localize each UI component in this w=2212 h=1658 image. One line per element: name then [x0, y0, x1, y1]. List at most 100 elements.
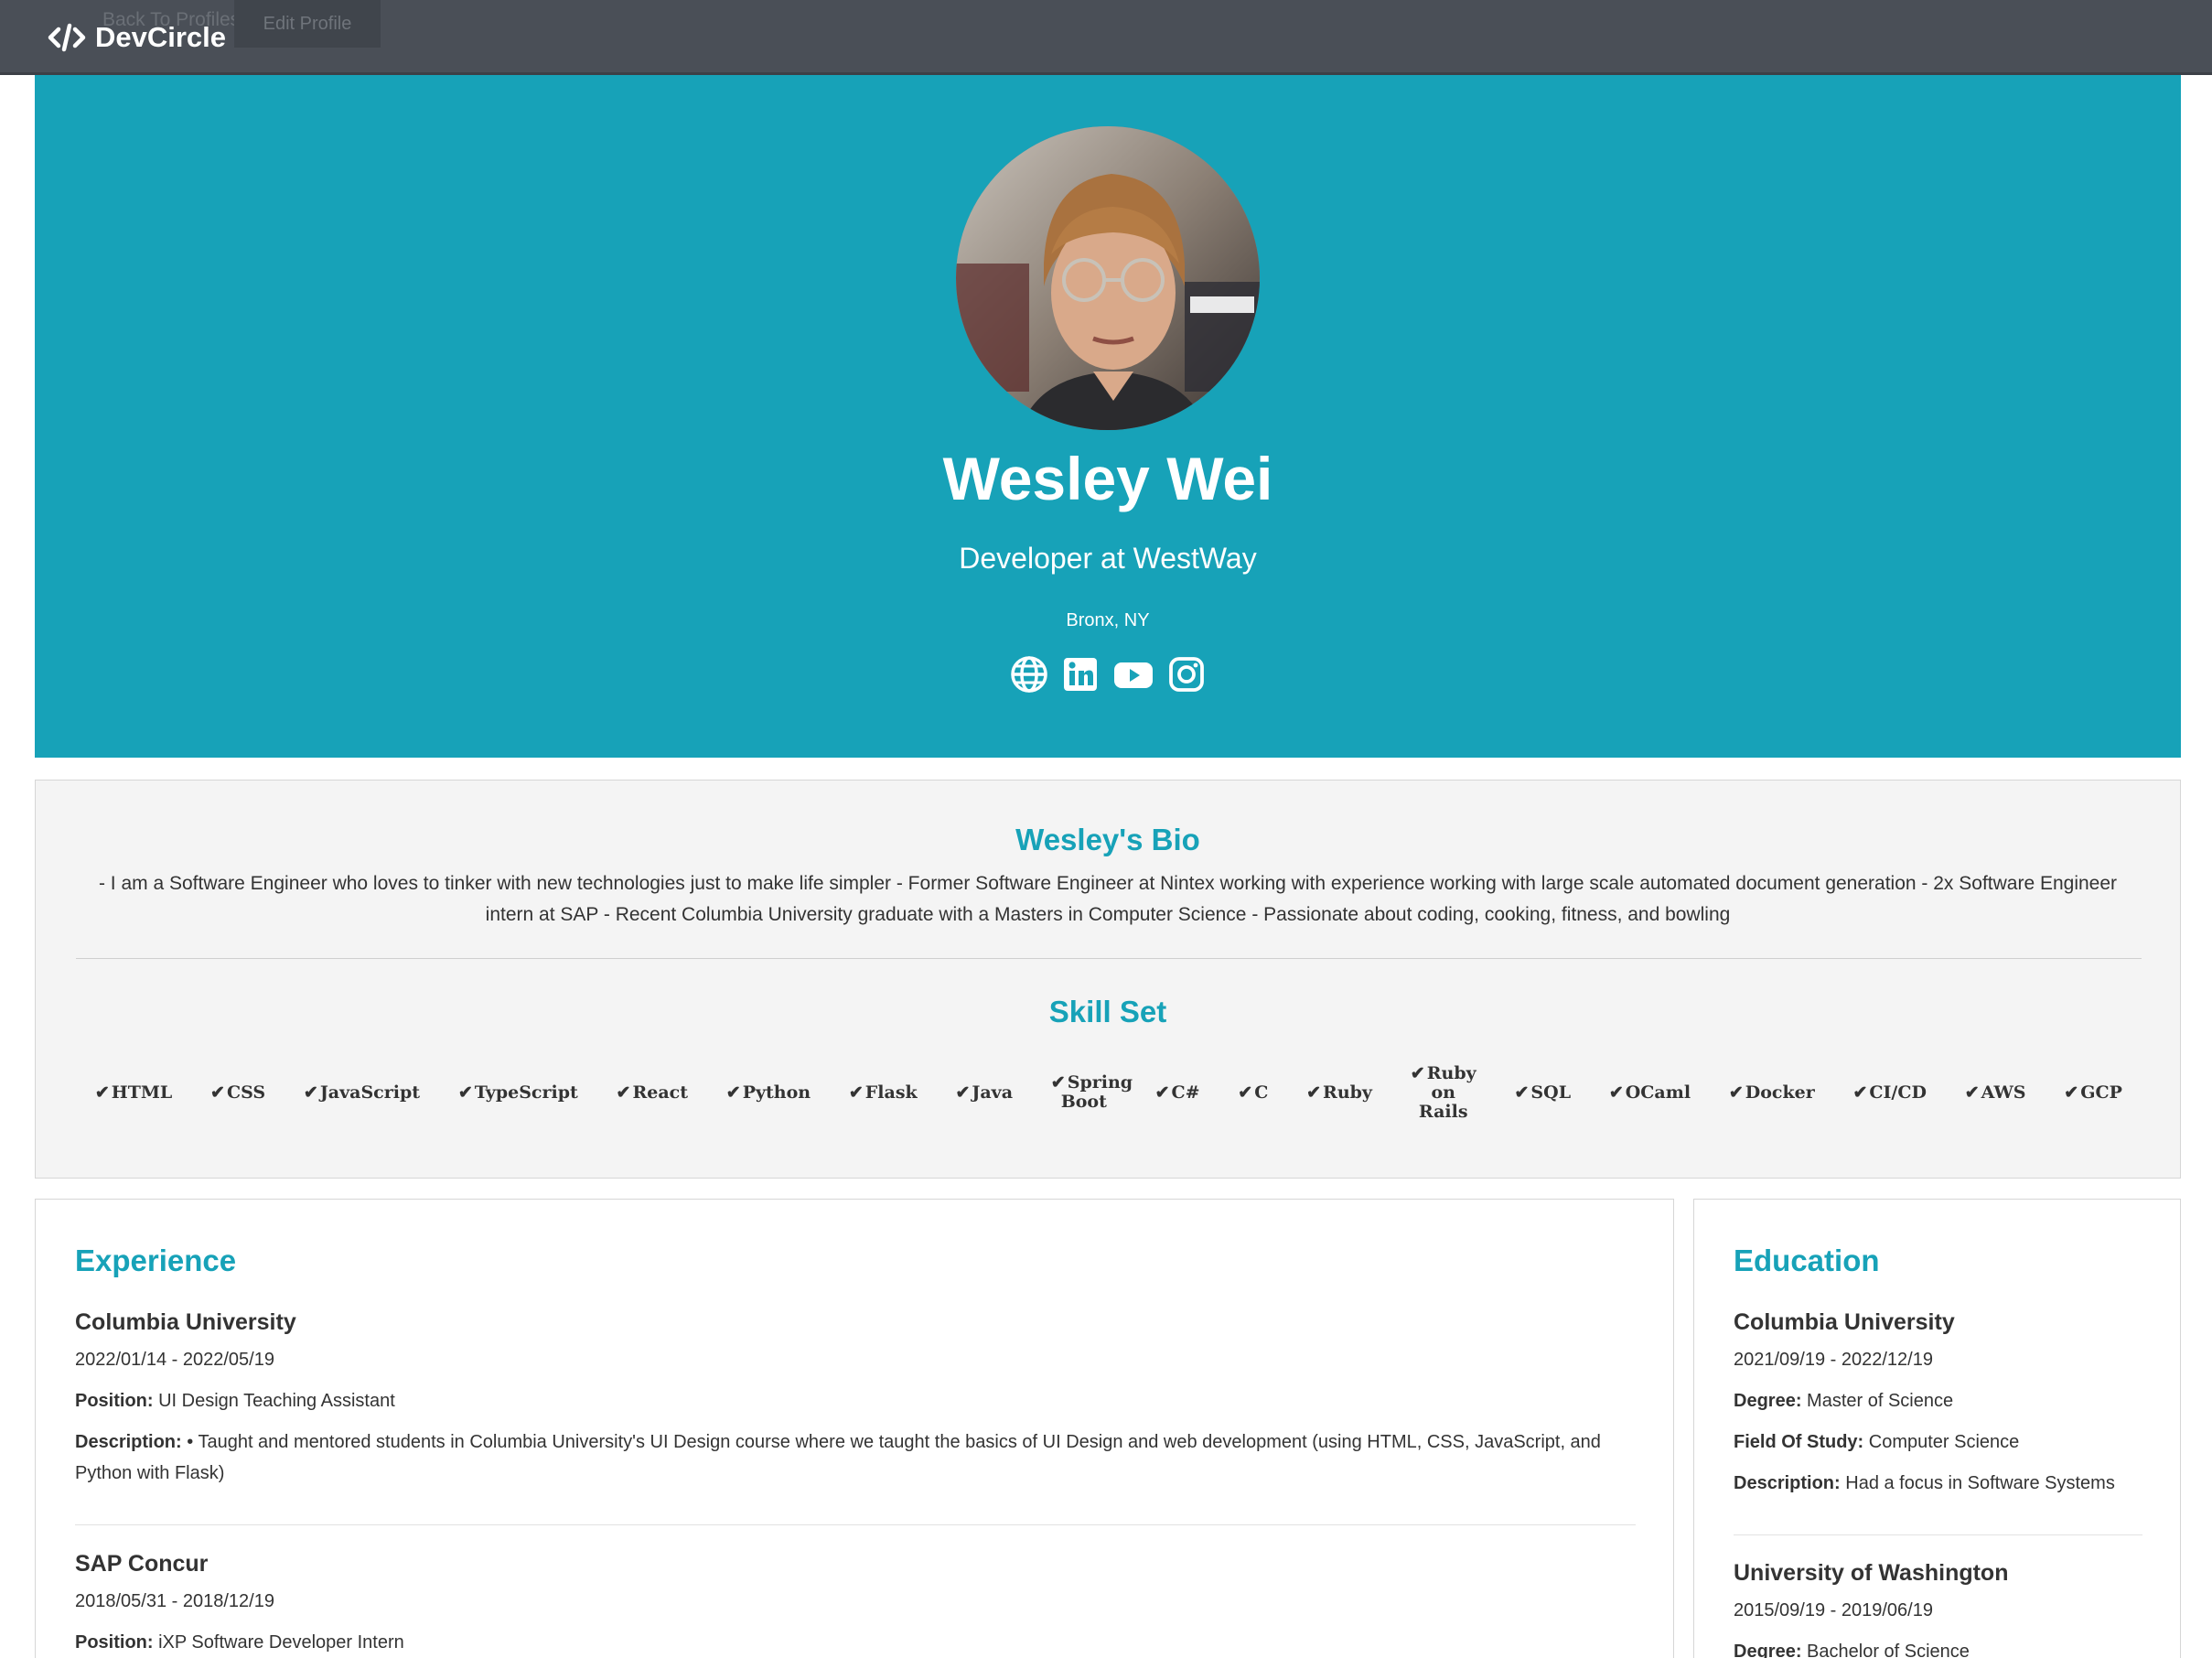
skill-item: ✔ TypeScript [457, 1082, 578, 1103]
skill-item: ✔ C# [1154, 1082, 1200, 1103]
skill-item: ✔ Java [955, 1082, 1014, 1103]
education-item: University of Washington 2015/09/19 - 20… [1734, 1560, 2142, 1658]
skill-item: ✔ Spring Boot [1050, 1072, 1133, 1112]
check-icon: ✔ [725, 1082, 741, 1103]
check-icon: ✔ [1728, 1082, 1744, 1103]
description-value: • Taught and mentored students in Columb… [75, 1432, 1601, 1483]
skill-label: SQL [1530, 1082, 1572, 1103]
experience-company: Columbia University [75, 1309, 296, 1335]
skill-label: Java [972, 1082, 1014, 1103]
skill-item: ✔ JavaScript [303, 1082, 420, 1103]
check-icon: ✔ [1050, 1072, 1066, 1093]
check-icon: ✔ [1154, 1082, 1170, 1103]
skill-item: ✔ Ruby on Rails [1410, 1062, 1476, 1122]
education-school: University of Washington [1734, 1560, 2009, 1586]
skill-label: CI/CD [1869, 1082, 1927, 1103]
experience-position: Position: iXP Software Developer Intern [75, 1627, 404, 1658]
skill-label: AWS [1981, 1082, 2026, 1103]
field-label: Field Of Study: [1734, 1432, 1864, 1452]
check-icon: ✔ [1964, 1082, 1980, 1103]
profile-location: Bronx, NY [1066, 610, 1150, 630]
divider [75, 1524, 1636, 1525]
position-value: iXP Software Developer Intern [158, 1632, 404, 1653]
linkedin-icon[interactable] [1061, 655, 1100, 694]
skill-item: ✔ CSS [210, 1082, 266, 1103]
degree-label: Degree: [1734, 1642, 1802, 1658]
skill-label: Spring Boot [1060, 1072, 1133, 1112]
experience-company: SAP Concur [75, 1551, 209, 1577]
experience-dates: 2018/05/31 - 2018/12/19 [75, 1591, 274, 1611]
skill-item: ✔ SQL [1514, 1082, 1572, 1103]
education-degree: Degree: Bachelor of Science [1734, 1636, 1970, 1658]
social-links [35, 655, 2181, 694]
skill-label: CSS [226, 1082, 266, 1103]
experience-item: Columbia University 2022/01/14 - 2022/05… [75, 1309, 1636, 1484]
avatar [956, 126, 1260, 430]
check-icon: ✔ [616, 1082, 631, 1103]
skill-label: Flask [864, 1082, 918, 1103]
about-section: Wesley's Bio - I am a Software Engineer … [35, 780, 2181, 1179]
check-icon: ✔ [1608, 1082, 1624, 1103]
skill-item: ✔ Ruby [1306, 1082, 1372, 1103]
skill-item: ✔ HTML [94, 1082, 173, 1103]
education-section: Education Columbia University 2021/09/19… [1693, 1199, 2181, 1658]
skills-list: ✔ HTML ✔ CSS ✔ JavaScript ✔ TypeScript ✔ React ✔ Py… [76, 1051, 2142, 1134]
degree-value: Bachelor of Science [1807, 1642, 1970, 1658]
skill-label: Ruby on Rails [1418, 1062, 1476, 1122]
skill-item: ✔ CI/CD [1853, 1082, 1927, 1103]
skill-label: GCP [2080, 1082, 2122, 1103]
skill-item: ✔ OCaml [1608, 1082, 1691, 1103]
skill-label: Python [742, 1082, 811, 1103]
profile-header: Wesley Wei Developer at WestWay Bronx, N… [35, 75, 2181, 758]
skill-label: OCaml [1625, 1082, 1691, 1103]
skill-item: ✔ React [616, 1082, 689, 1103]
education-school: Columbia University [1734, 1309, 1955, 1335]
check-icon: ✔ [1306, 1082, 1322, 1103]
experience-dates: 2022/01/14 - 2022/05/19 [75, 1350, 274, 1370]
education-degree: Degree: Master of Science [1734, 1385, 1953, 1416]
experience-item: SAP Concur 2018/05/31 - 2018/12/19 Posit… [75, 1551, 1636, 1653]
edit-profile-button[interactable]: Edit Profile [234, 0, 381, 48]
skill-item: ✔ Flask [848, 1082, 918, 1103]
check-icon: ✔ [94, 1082, 110, 1103]
description-value: Had a focus in Software Systems [1845, 1473, 2115, 1493]
education-field: Field Of Study: Computer Science [1734, 1427, 2019, 1458]
experience-title: Experience [75, 1244, 237, 1277]
skill-label: React [632, 1082, 689, 1103]
education-description: Description: Had a focus in Software Sys… [1734, 1468, 2115, 1499]
brand-logo[interactable]: DevCircle [48, 16, 226, 59]
field-value: Computer Science [1868, 1432, 2020, 1452]
skill-label: C [1254, 1082, 1269, 1103]
instagram-icon[interactable] [1167, 655, 1206, 694]
experience-description: Description: • Taught and mentored stude… [75, 1427, 1636, 1489]
youtube-icon[interactable] [1112, 655, 1154, 694]
divider [1734, 1534, 2142, 1535]
check-icon: ✔ [1514, 1082, 1530, 1103]
check-icon: ✔ [2064, 1082, 2079, 1103]
check-icon: ✔ [457, 1082, 473, 1103]
check-icon: ✔ [1410, 1062, 1425, 1083]
bio-text: - I am a Software Engineer who loves to … [98, 873, 2118, 925]
skill-label: Docker [1745, 1082, 1815, 1103]
profile-headline: Developer at WestWay [959, 542, 1257, 575]
avatar-photo [956, 126, 1260, 430]
skill-item: ✔ GCP [2064, 1082, 2122, 1103]
experience-position: Position: UI Design Teaching Assistant [75, 1385, 395, 1416]
degree-label: Degree: [1734, 1391, 1802, 1411]
code-icon [48, 23, 86, 52]
education-title: Education [1734, 1244, 1880, 1277]
globe-icon[interactable] [1010, 655, 1048, 694]
brand-name: DevCircle [95, 21, 227, 53]
skill-item: ✔ AWS [1964, 1082, 2026, 1103]
check-icon: ✔ [848, 1082, 864, 1103]
skill-item: ✔ C [1238, 1082, 1269, 1103]
divider [76, 958, 2142, 959]
skill-label: HTML [111, 1082, 173, 1103]
description-label: Description: [75, 1432, 182, 1452]
description-label: Description: [1734, 1473, 1841, 1493]
check-icon: ✔ [303, 1082, 318, 1103]
position-label: Position: [75, 1632, 154, 1653]
check-icon: ✔ [955, 1082, 971, 1103]
education-dates: 2015/09/19 - 2019/06/19 [1734, 1600, 1933, 1620]
check-icon: ✔ [210, 1082, 225, 1103]
